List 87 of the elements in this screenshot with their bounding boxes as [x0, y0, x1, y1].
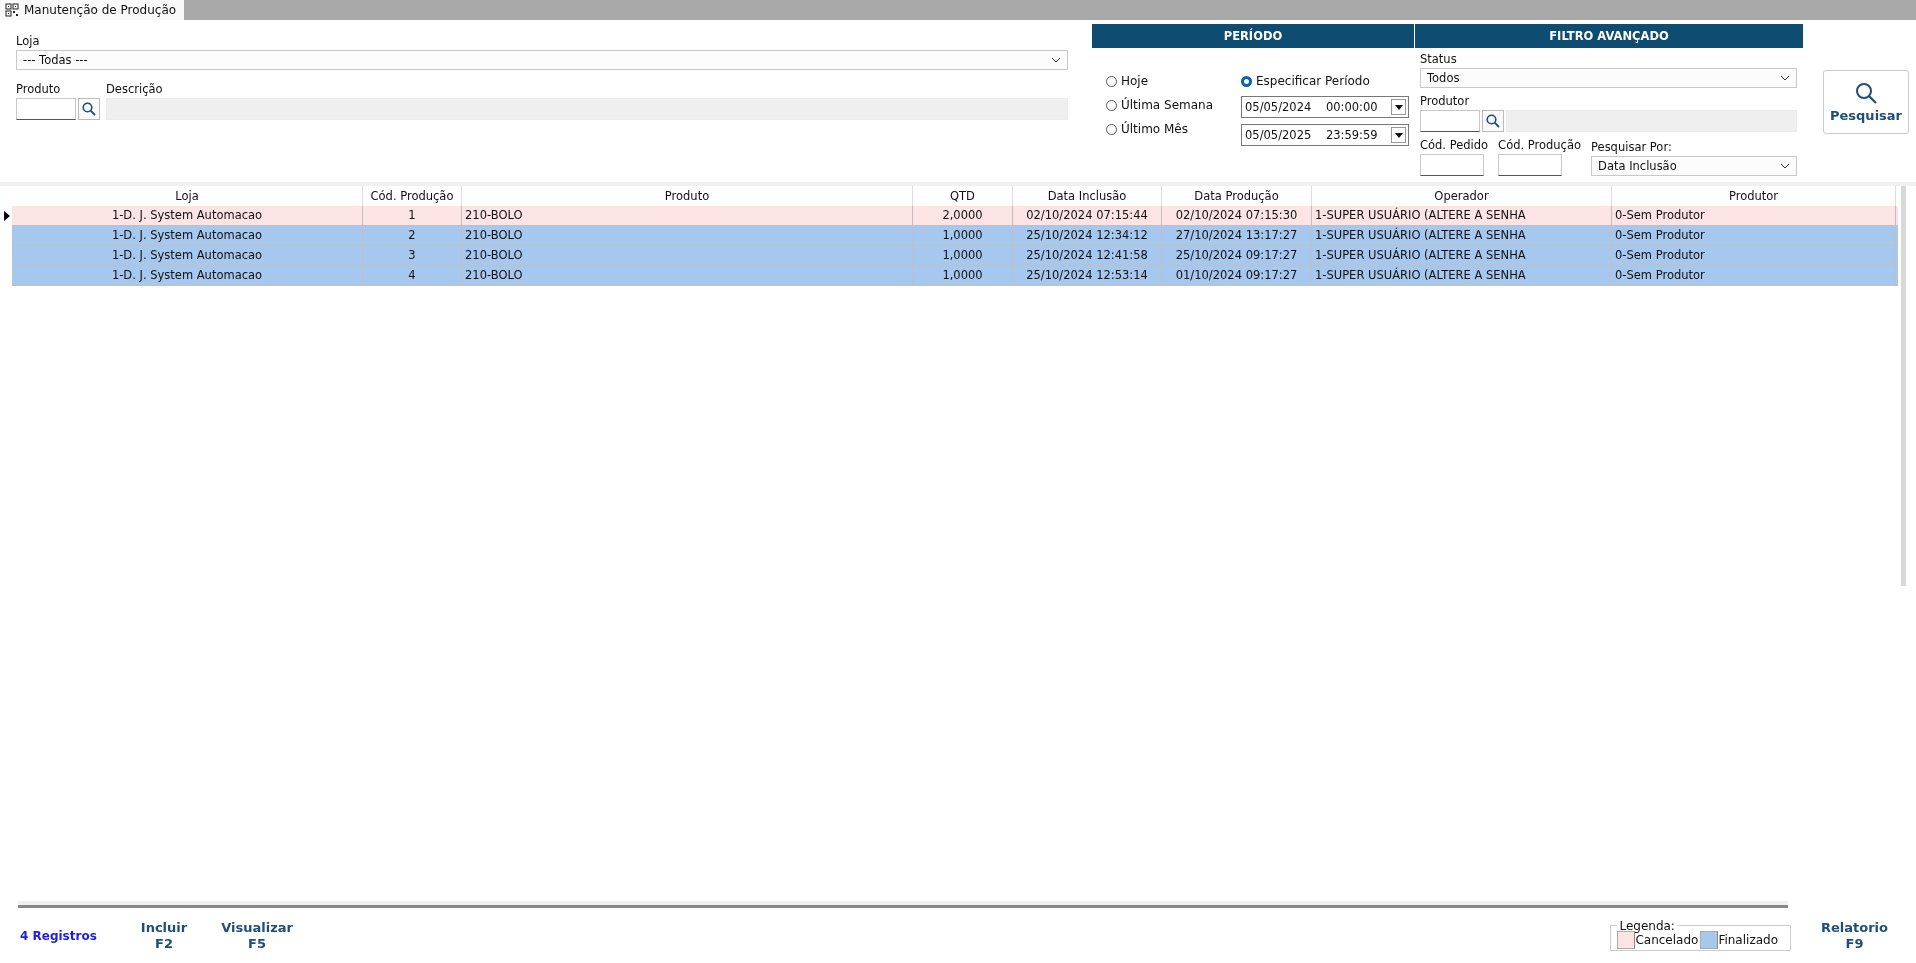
search-icon: [1855, 81, 1877, 104]
order-code-field[interactable]: [1420, 154, 1484, 176]
window-title: Manutenção de Produção: [24, 3, 177, 17]
toolbar-button[interactable]: Visualizar F5: [211, 919, 303, 952]
table-cell: 3: [363, 246, 462, 265]
chevron-down-icon: [1780, 163, 1790, 169]
radio-button[interactable]: [1241, 75, 1252, 87]
status-dropdown[interactable]: Todos: [1420, 68, 1797, 88]
table-cell: 1-SUPER USUÁRIO (ALTERE A SENHA: [1312, 226, 1612, 245]
table-cell: 25/10/2024 09:17:27: [1162, 246, 1312, 265]
table-cell: 2,0000: [913, 206, 1013, 225]
search-button[interactable]: [78, 98, 100, 120]
table-cell: 2: [363, 226, 462, 245]
legend-label: Cancelado: [1635, 933, 1699, 947]
table-cell: 210-BOLO: [462, 266, 913, 285]
store-dropdown[interactable]: --- Todas ---: [16, 50, 1068, 70]
search-button[interactable]: [1482, 110, 1504, 132]
window-tab[interactable]: Manutenção de Produção: [0, 0, 185, 20]
horizontal-scrollbar[interactable]: [18, 901, 1788, 908]
table-cell: 1,0000: [913, 226, 1013, 245]
legend-label: Finalizado: [1718, 933, 1778, 947]
table-cell: 1-D. J. System Automacao: [12, 246, 363, 265]
table-cell: 25/10/2024 12:53:14: [1013, 266, 1162, 285]
report-button[interactable]: Relatorio F9: [1811, 919, 1898, 952]
section-header: FILTRO AVANÇADO: [1415, 24, 1803, 48]
table-cell: 01/10/2024 09:17:27: [1162, 266, 1312, 285]
table-cell: 0-Sem Produtor: [1612, 206, 1896, 225]
table-cell: 1-D. J. System Automacao: [12, 266, 363, 285]
radio-button[interactable]: [1106, 75, 1117, 87]
radio-option[interactable]: Hoje: [1106, 72, 1213, 90]
dropdown-button[interactable]: [1391, 127, 1406, 143]
radio-option[interactable]: Especificar Período: [1241, 72, 1409, 90]
table-row[interactable]: 1-D. J. System Automacao 4 210-BOLO 1,0000 25/10/2024 12:53:14 01/10/2024 09:17:27 1-SUPER USUÁRIO (ALTERE A SENHA 0-Sem Produtor: [12, 266, 1898, 286]
table-cell: 02/10/2024 07:15:30: [1162, 206, 1312, 225]
table-cell: 1,0000: [913, 246, 1013, 265]
field-label: Descrição: [106, 82, 164, 96]
field-label: Produtor: [1420, 94, 1471, 108]
field-label: Cód. Pedido: [1420, 138, 1489, 152]
table-cell: 0-Sem Produtor: [1612, 266, 1896, 285]
end-date-field[interactable]: 05/05/2025 23:59:59: [1241, 124, 1409, 146]
legend-title: Legenda:: [1618, 918, 1676, 933]
table-row[interactable]: 1-D. J. System Automacao 3 210-BOLO 1,0000 25/10/2024 12:41:58 25/10/2024 09:17:27 1-SUPER USUÁRIO (ALTERE A SENHA 0-Sem Produtor: [12, 246, 1898, 266]
field-label: Cód. Produção: [1498, 138, 1582, 152]
table-row[interactable]: 1-D. J. System Automacao 2 210-BOLO 1,0000 25/10/2024 12:34:12 27/10/2024 13:17:27 1-SUPER USUÁRIO (ALTERE A SENHA 0-Sem Produtor: [12, 226, 1898, 246]
table-cell: 1: [363, 206, 462, 225]
app-icon: [5, 3, 19, 17]
table-cell: 0-Sem Produtor: [1612, 226, 1896, 245]
table-cell: 1,0000: [913, 266, 1013, 285]
triangle-down-icon: [1394, 132, 1403, 138]
table-cell: 4: [363, 266, 462, 285]
table-cell: 210-BOLO: [462, 246, 913, 265]
radio-button[interactable]: [1106, 123, 1117, 135]
chevron-down-icon: [1051, 57, 1061, 63]
search-by-dropdown[interactable]: Data Inclusão: [1591, 156, 1797, 176]
table-cell: 1-SUPER USUÁRIO (ALTERE A SENHA: [1312, 206, 1612, 225]
producer-code-field[interactable]: [1420, 110, 1480, 132]
toolbar-button[interactable]: Incluir F2: [130, 919, 198, 952]
table-cell: 27/10/2024 13:17:27: [1162, 226, 1312, 245]
record-count: 4 Registros: [20, 928, 97, 943]
dropdown-button[interactable]: [1391, 99, 1406, 115]
search-icon: [82, 102, 96, 116]
field-label: Pesquisar Por:: [1591, 140, 1673, 154]
table-cell: 1-SUPER USUÁRIO (ALTERE A SENHA: [1312, 246, 1612, 265]
search-button[interactable]: Pesquisar: [1823, 70, 1909, 134]
radio-option[interactable]: Última Semana: [1106, 96, 1213, 114]
chevron-down-icon: [1780, 75, 1790, 81]
table-cell: 25/10/2024 12:34:12: [1013, 226, 1162, 245]
section-header: PERÍODO: [1092, 24, 1414, 48]
triangle-down-icon: [1394, 104, 1403, 110]
table-cell: 210-BOLO: [462, 206, 913, 225]
table-cell: 02/10/2024 07:15:44: [1013, 206, 1162, 225]
radio-button[interactable]: [1106, 99, 1117, 111]
vertical-scrollbar[interactable]: [1901, 186, 1906, 586]
radio-option[interactable]: Último Mês: [1106, 120, 1213, 138]
field-label: Status: [1420, 52, 1458, 66]
table-cell: 0-Sem Produtor: [1612, 246, 1896, 265]
table-cell: 25/10/2024 12:41:58: [1013, 246, 1162, 265]
product-code-field[interactable]: [16, 98, 76, 120]
start-date-field[interactable]: 05/05/2024 00:00:00: [1241, 96, 1409, 118]
field-label: Loja: [16, 34, 41, 48]
search-icon: [1486, 114, 1500, 128]
table-cell: 1-SUPER USUÁRIO (ALTERE A SENHA: [1312, 266, 1612, 285]
production-code-field[interactable]: [1498, 154, 1563, 176]
table-cell: 1-D. J. System Automacao: [12, 226, 363, 245]
field-label: Produto: [16, 82, 62, 96]
table-cell: 1-D. J. System Automacao: [12, 206, 363, 225]
table-cell: 210-BOLO: [462, 226, 913, 245]
